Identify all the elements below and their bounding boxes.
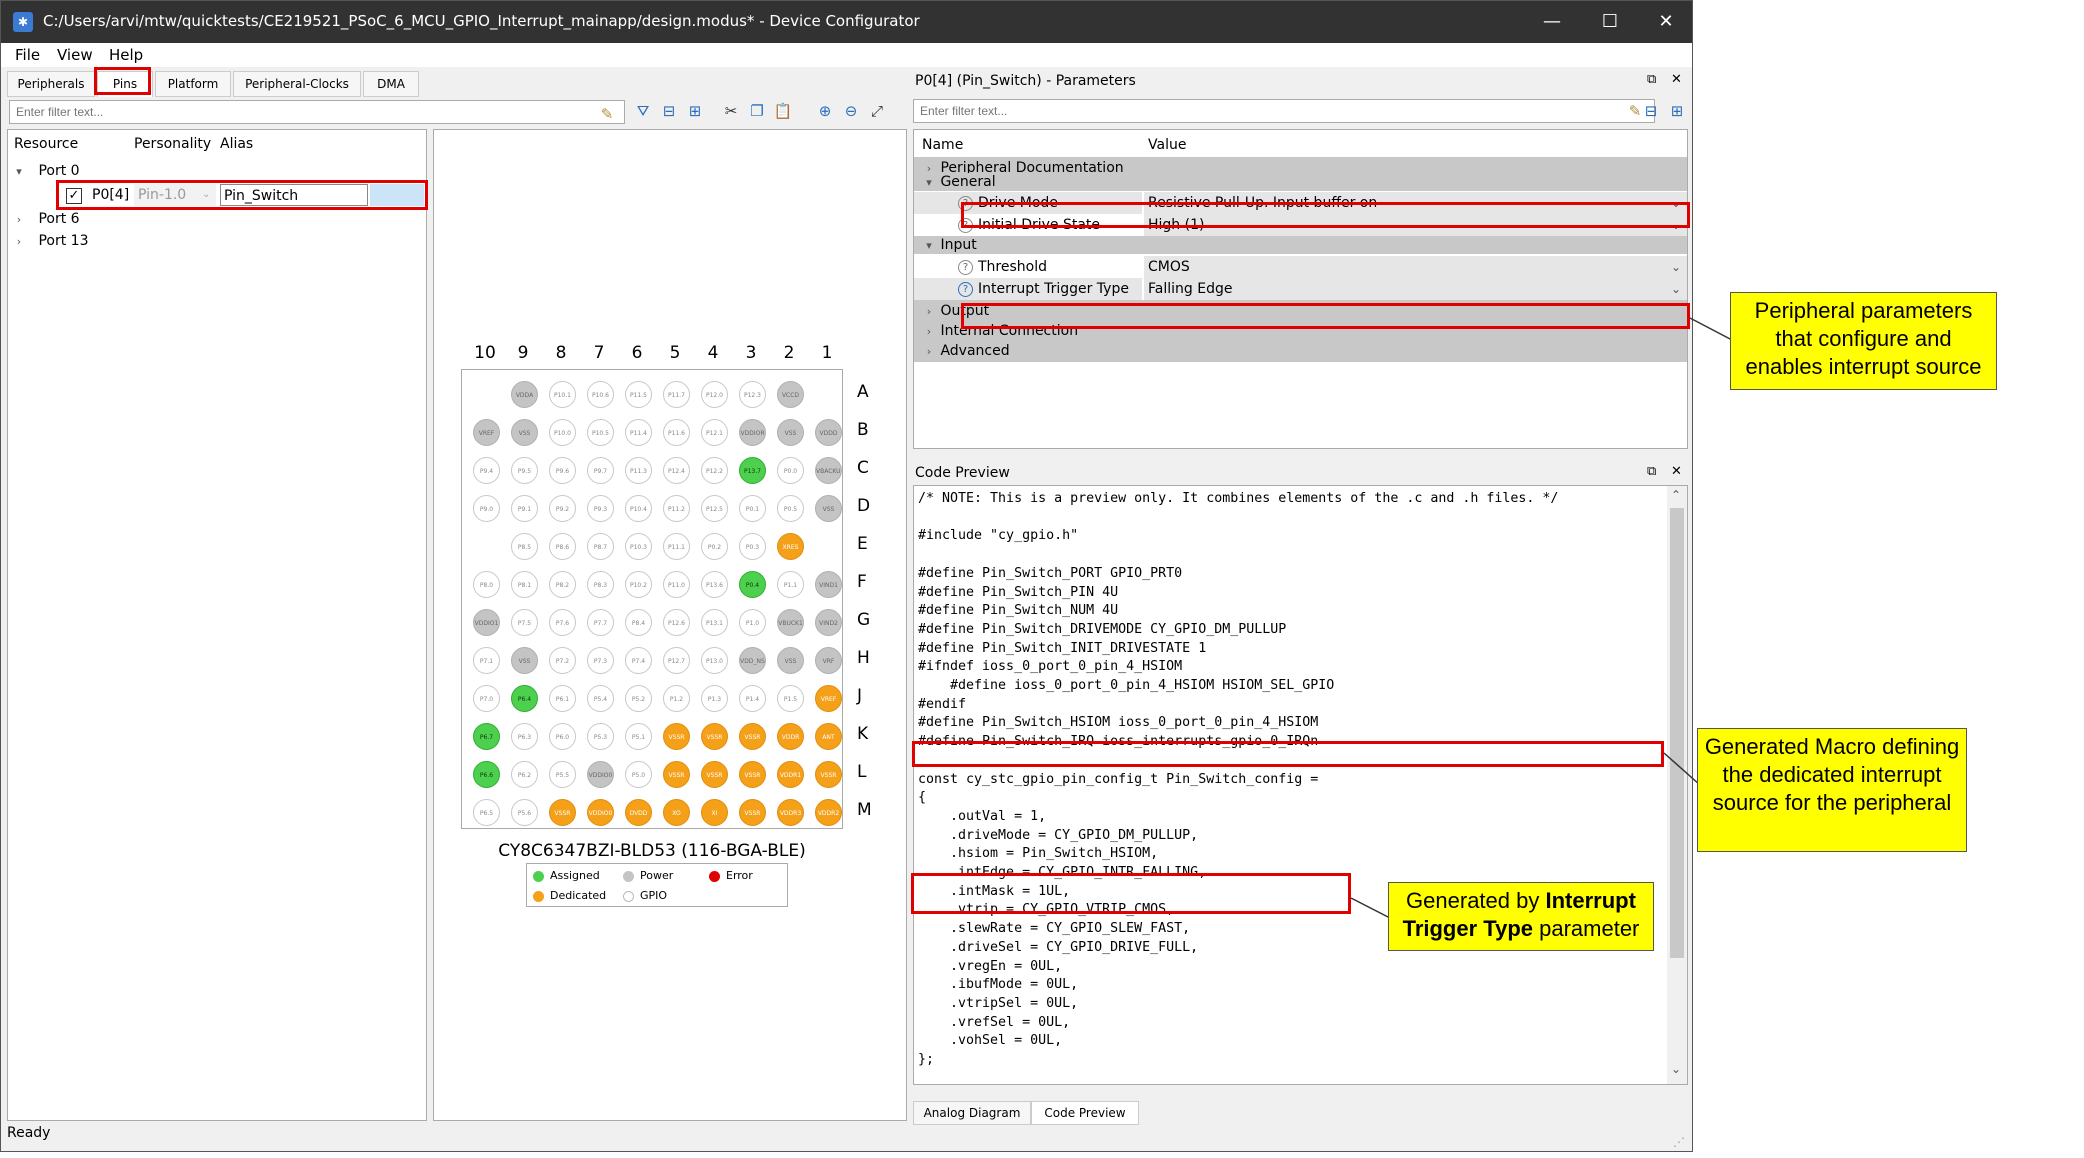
callout-trigger: Generated by Interrupt Trigger Type para… (1388, 882, 1654, 951)
callout-macro: Generated Macro defining the dedicated i… (1697, 728, 1967, 852)
callout-connectors (1350, 317, 1733, 919)
callout-params: Peripheral parameters that configure and… (1730, 292, 1997, 390)
